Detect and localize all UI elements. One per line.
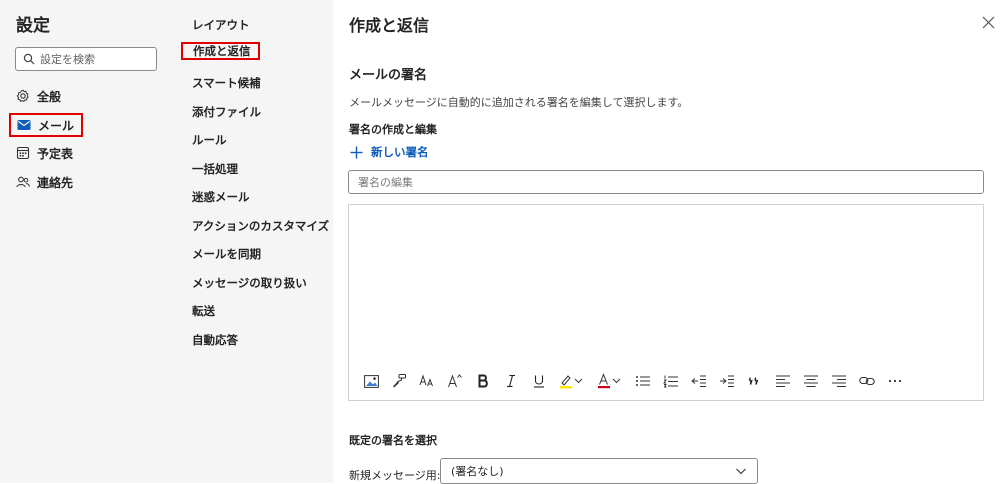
- subnav-item-auto-replies[interactable]: 自動応答: [192, 331, 238, 349]
- font-size-icon: [419, 374, 433, 387]
- link-icon: [859, 376, 875, 386]
- font-size-button[interactable]: [419, 373, 435, 389]
- section-description: メールメッセージに自動的に追加される署名を編集して選択します。: [349, 96, 689, 109]
- subnav-item-junk-email[interactable]: 迷惑メール: [192, 188, 250, 206]
- sidebar-item-contacts[interactable]: 連絡先: [16, 172, 73, 192]
- settings-search-input[interactable]: [40, 52, 150, 66]
- mail-icon: [17, 118, 31, 132]
- align-left-icon: [776, 375, 790, 387]
- new-message-signature-select[interactable]: (署名なし): [440, 458, 758, 484]
- subnav-item-rules[interactable]: ルール: [192, 131, 227, 149]
- chevron-down-icon: [735, 465, 747, 477]
- gear-icon: [16, 89, 30, 103]
- quote-button[interactable]: [747, 373, 763, 389]
- search-icon: [23, 53, 35, 65]
- new-signature-label: 新しい署名: [371, 145, 429, 159]
- more-options-button[interactable]: [887, 373, 903, 389]
- subnav-item-smart-suggestions[interactable]: スマート候補: [192, 74, 261, 92]
- subnav-item-layout[interactable]: レイアウト: [192, 16, 250, 34]
- grow-font-button[interactable]: [447, 373, 463, 389]
- font-color-button[interactable]: [597, 373, 623, 389]
- subnav-item-sync-email[interactable]: メールを同期: [192, 245, 261, 263]
- bullet-list-icon: [636, 376, 650, 386]
- decrease-indent-icon: [691, 375, 706, 387]
- settings-title: 設定: [16, 16, 50, 36]
- italic-icon: [507, 374, 515, 388]
- sidebar-item-label: 全般: [37, 89, 62, 104]
- close-icon: [982, 16, 995, 29]
- grow-font-icon: [448, 374, 462, 388]
- insert-link-button[interactable]: [859, 373, 875, 389]
- highlighter-icon: [560, 375, 583, 389]
- signature-name-input[interactable]: [349, 171, 978, 194]
- settings-subnav: [177, 0, 333, 483]
- bullets-button[interactable]: [635, 373, 651, 389]
- align-center-button[interactable]: [803, 373, 819, 389]
- subsection-title: 署名の作成と編集: [349, 123, 437, 136]
- align-right-icon: [832, 375, 846, 387]
- subnav-item-compose-reply[interactable]: 作成と返信: [181, 42, 260, 60]
- bold-icon: [478, 374, 488, 388]
- formatting-toolbar: [363, 369, 915, 393]
- settings-search[interactable]: [15, 47, 157, 71]
- plus-icon: [350, 146, 363, 159]
- italic-button[interactable]: [503, 373, 519, 389]
- sidebar-item-general[interactable]: 全般: [16, 86, 61, 106]
- close-button[interactable]: [982, 16, 995, 29]
- sidebar-item-calendar[interactable]: 予定表: [16, 143, 73, 163]
- subnav-item-customize-actions[interactable]: アクションのカスタマイズ: [192, 217, 329, 235]
- subnav-item-message-handling[interactable]: メッセージの取り扱い: [192, 274, 307, 292]
- numbering-button[interactable]: [663, 373, 679, 389]
- bold-button[interactable]: [475, 373, 491, 389]
- subnav-item-forwarding[interactable]: 転送: [192, 302, 215, 320]
- picture-icon: [363, 374, 379, 388]
- highlight-button[interactable]: [559, 373, 585, 389]
- settings-sidebar: [0, 0, 177, 483]
- default-signature-title: 既定の署名を選択: [349, 434, 437, 447]
- align-right-button[interactable]: [831, 373, 847, 389]
- calendar-icon: [16, 146, 30, 160]
- sidebar-item-label: 連絡先: [37, 175, 74, 190]
- panel-title: 作成と返信: [349, 16, 430, 35]
- subnav-item-attachments[interactable]: 添付ファイル: [192, 103, 261, 121]
- selected-signature-value: (署名なし): [451, 465, 504, 478]
- increase-indent-button[interactable]: [719, 373, 735, 389]
- signature-name-field[interactable]: [348, 170, 984, 194]
- sidebar-item-label: 予定表: [37, 146, 74, 161]
- signature-editor: [348, 204, 984, 401]
- font-color-icon: [598, 373, 621, 389]
- insert-picture-button[interactable]: [363, 373, 379, 389]
- increase-indent-icon: [720, 375, 734, 387]
- new-signature-button[interactable]: 新しい署名: [350, 144, 429, 160]
- numbered-list-icon: [663, 375, 678, 388]
- people-icon: [16, 175, 30, 189]
- decrease-indent-button[interactable]: [691, 373, 707, 389]
- subnav-item-sweep[interactable]: 一括処理: [192, 160, 238, 178]
- paintbrush-icon: [393, 374, 406, 388]
- align-center-icon: [804, 375, 818, 387]
- underline-button[interactable]: [531, 373, 547, 389]
- sidebar-item-label: メール: [38, 118, 75, 133]
- underline-icon: [534, 375, 544, 388]
- sidebar-item-mail[interactable]: メール: [9, 113, 83, 137]
- align-left-button[interactable]: [775, 373, 791, 389]
- format-painter-button[interactable]: [391, 373, 407, 389]
- section-title: メールの署名: [349, 68, 428, 83]
- quote-icon: [749, 377, 759, 385]
- signature-editor-area[interactable]: [349, 205, 983, 365]
- more-icon: [888, 379, 902, 383]
- new-message-label: 新規メッセージ用:: [349, 469, 441, 482]
